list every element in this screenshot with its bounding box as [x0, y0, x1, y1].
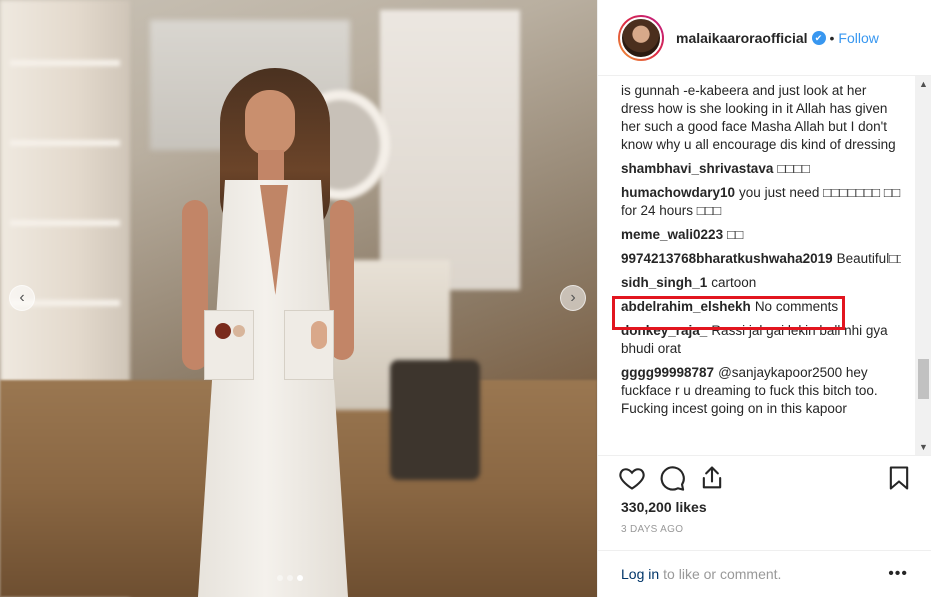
post-sidebar: malaikaaroraofficial ✔ • Follow is gunna…: [597, 0, 931, 597]
comments-list[interactable]: is gunnah -e-kabeera and just look at he…: [621, 82, 901, 454]
photo-shelf: [10, 220, 120, 226]
comment-username[interactable]: shambhavi_shrivastava: [621, 161, 773, 176]
comment-item: is gunnah -e-kabeera and just look at he…: [621, 82, 901, 154]
comment-item: shambhavi_shrivastava □□□□: [621, 160, 901, 178]
comment-text: is gunnah -e-kabeera and just look at he…: [621, 83, 896, 152]
comment-item: 9974213768bharatkushwaha2019Beautiful□□□: [621, 250, 901, 268]
post-header: malaikaaroraofficial ✔ • Follow: [598, 0, 931, 76]
comment-item: humachowdary10 you just need □□□□□□□ □□ f…: [621, 184, 901, 220]
heart-icon[interactable]: [618, 464, 646, 492]
photo-dress-pocket: [284, 310, 334, 380]
comment-text: cartoon: [711, 275, 757, 290]
post-photo[interactable]: ‹ ›: [0, 0, 597, 597]
share-icon[interactable]: [698, 464, 726, 492]
post-username[interactable]: malaikaaroraofficial: [676, 30, 808, 46]
scroll-up-icon[interactable]: ▲: [915, 76, 931, 93]
avatar-image: [620, 16, 662, 59]
photo-chair: [390, 360, 480, 480]
photo-dress-button: [233, 325, 245, 337]
photo-shelf: [10, 140, 120, 146]
login-prompt: to like or comment.: [663, 566, 782, 582]
header-separator: •: [829, 29, 835, 46]
carousel-indicator: [277, 575, 303, 581]
photo-dress-pocket: [204, 310, 254, 380]
comment-username[interactable]: meme_wali0223: [621, 227, 723, 242]
photo-person-face: [245, 90, 295, 156]
carousel-dot: [287, 575, 293, 581]
carousel-prev-button[interactable]: ‹: [9, 285, 35, 311]
likes-count[interactable]: 330,200 likes: [621, 499, 707, 515]
login-link[interactable]: Log in: [621, 566, 659, 582]
post-timestamp[interactable]: 3 DAYS AGO: [621, 524, 683, 535]
highlight-annotation: [612, 296, 845, 330]
carousel-dot: [297, 575, 303, 581]
comment-text: □□: [727, 227, 744, 242]
follow-button[interactable]: Follow: [838, 30, 878, 46]
action-bar: [598, 455, 931, 500]
comment-icon[interactable]: [658, 464, 686, 492]
login-bar: Log in to like or comment. •••: [598, 550, 931, 597]
carousel-next-button[interactable]: ›: [560, 285, 586, 311]
photo-person: [180, 60, 360, 597]
verified-icon: ✔: [811, 30, 826, 45]
carousel-dot: [277, 575, 283, 581]
more-options-button[interactable]: •••: [888, 565, 908, 583]
photo-shelf: [10, 60, 120, 66]
comment-item: sidh_singh_1 cartoon: [621, 274, 901, 292]
photo-door: [380, 10, 520, 290]
scroll-down-icon[interactable]: ▼: [915, 439, 931, 456]
photo-dress-button: [311, 321, 327, 349]
comment-item: gggg99998787 @sanjaykapoor2500 hey fuckfa…: [621, 364, 901, 418]
scrollbar-thumb[interactable]: [918, 359, 929, 399]
comment-text: □□□□: [777, 161, 810, 176]
comment-username[interactable]: 9974213768bharatkushwaha2019: [621, 251, 833, 266]
bookmark-icon[interactable]: [885, 464, 913, 492]
avatar[interactable]: [618, 14, 664, 61]
photo-dress-button: [215, 323, 231, 339]
comment-text: Beautiful□□□: [836, 251, 901, 266]
comment-username[interactable]: sidh_singh_1: [621, 275, 707, 290]
comments-scrollbar[interactable]: ▲ ▼: [915, 76, 931, 456]
comment-username[interactable]: humachowdary10: [621, 185, 735, 200]
comment-username[interactable]: gggg99998787: [621, 365, 714, 380]
comment-item: meme_wali0223 □□: [621, 226, 901, 244]
